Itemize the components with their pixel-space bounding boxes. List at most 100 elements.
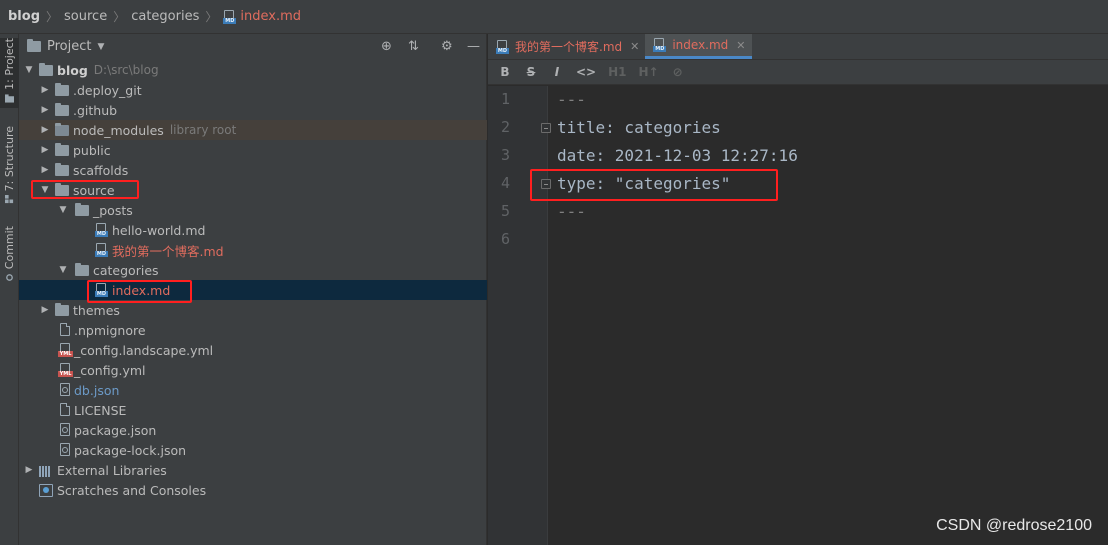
tree-item-public[interactable]: ▶ public: [19, 140, 487, 160]
tree-item-label: source: [73, 182, 115, 198]
tree-item-posts[interactable]: ▼ _posts: [19, 200, 487, 220]
tree-item-index-md[interactable]: MD index.md: [19, 280, 487, 300]
tree-item-label: blog: [57, 62, 88, 78]
tree-item-label: index.md: [112, 282, 171, 298]
tree-item-label: External Libraries: [57, 462, 167, 478]
tree-item-categories[interactable]: ▼ categories: [19, 260, 487, 280]
hide-icon[interactable]: —: [467, 39, 480, 54]
tab-first-blog-md[interactable]: MD 我的第一个博客.md ✕: [488, 34, 645, 59]
navigation-breadcrumb: blog 〉 source 〉 categories 〉 MD index.md: [0, 0, 1108, 34]
collapsed-arrow-icon[interactable]: ▶: [39, 305, 51, 315]
tree-item-themes[interactable]: ▶ themes: [19, 300, 487, 320]
tree-item-npmignore[interactable]: .npmignore: [19, 320, 487, 340]
expanded-arrow-icon[interactable]: ▼: [57, 205, 69, 215]
locate-icon[interactable]: ⊕: [381, 39, 392, 54]
commit-icon: [6, 274, 13, 282]
json-file-icon: [59, 443, 72, 457]
folder-icon: [75, 202, 89, 216]
collapsed-arrow-icon[interactable]: ▶: [39, 145, 51, 155]
folder-icon: [55, 142, 69, 156]
tree-item-label: hello-world.md: [112, 222, 206, 238]
close-icon[interactable]: ✕: [736, 39, 745, 52]
tree-item-label: categories: [93, 262, 159, 278]
tree-item-license[interactable]: LICENSE: [19, 400, 487, 420]
header-up-button[interactable]: H↑: [639, 65, 659, 79]
line-number: 6: [500, 230, 510, 248]
collapsed-arrow-icon[interactable]: ▶: [39, 125, 51, 135]
tree-item-db-json[interactable]: db.json: [19, 380, 487, 400]
text-file-icon: [59, 403, 72, 417]
collapsed-arrow-icon[interactable]: ▶: [39, 165, 51, 175]
tree-item-node-modules[interactable]: ▶ node_modules library root: [19, 120, 487, 140]
line-number: 5: [500, 202, 510, 220]
markdown-file-icon: MD: [223, 9, 237, 24]
strikethrough-button[interactable]: S: [524, 65, 538, 79]
link-button[interactable]: ⊘: [671, 65, 685, 79]
tool-tab-project[interactable]: 1: Project: [0, 38, 19, 108]
collapse-all-icon[interactable]: ⇅: [408, 39, 419, 54]
tree-item-scaffolds[interactable]: ▶ scaffolds: [19, 160, 487, 180]
tree-item-source[interactable]: ▼ source: [19, 180, 487, 200]
tree-item-hint: library root: [169, 123, 237, 137]
code-button[interactable]: <>: [576, 65, 596, 79]
expanded-arrow-icon[interactable]: ▼: [39, 185, 51, 195]
json-file-icon: [59, 383, 72, 397]
tool-tab-commit[interactable]: Commit: [0, 226, 19, 286]
breadcrumb-source[interactable]: source: [64, 0, 107, 33]
tree-item-label: node_modules: [73, 122, 164, 138]
tree-item-hint: D:\src\blog: [93, 63, 159, 77]
tool-tab-structure-label: 7: Structure: [3, 126, 16, 192]
italic-button[interactable]: I: [550, 65, 564, 79]
expanded-arrow-icon[interactable]: ▼: [57, 265, 69, 275]
collapsed-arrow-icon[interactable]: ▶: [39, 85, 51, 95]
folder-icon: [55, 122, 69, 136]
tree-item-label: db.json: [74, 382, 120, 398]
tool-tab-structure[interactable]: 7: Structure: [0, 126, 19, 206]
collapsed-arrow-icon[interactable]: ▶: [23, 465, 35, 475]
markdown-file-icon: MD: [653, 38, 667, 52]
chevron-down-icon[interactable]: ▼: [97, 42, 104, 52]
breadcrumb-separator: 〉: [205, 10, 218, 24]
collapsed-arrow-icon[interactable]: ▶: [39, 105, 51, 115]
breadcrumb-categories[interactable]: categories: [131, 0, 199, 33]
folder-icon: [55, 182, 69, 196]
yaml-file-icon: YML: [58, 363, 73, 377]
tree-item-config-yml[interactable]: YML _config.yml: [19, 360, 487, 380]
header-down-button[interactable]: H1: [608, 65, 626, 79]
tab-index-md[interactable]: MD index.md ✕: [645, 34, 752, 59]
breadcrumb-index-md[interactable]: index.md: [240, 0, 301, 33]
bold-button[interactable]: B: [498, 65, 512, 79]
yaml-file-icon: YML: [58, 343, 73, 357]
tree-item-label: package-lock.json: [74, 442, 187, 458]
tree-item-deploy-git[interactable]: ▶ .deploy_git: [19, 80, 487, 100]
code-editor[interactable]: 1 2 3 4 5 6 --- title: categories date: …: [488, 86, 1108, 545]
fold-marker-icon[interactable]: [541, 123, 551, 133]
json-file-icon: [59, 423, 72, 437]
tree-item-package-lock-json[interactable]: package-lock.json: [19, 440, 487, 460]
markdown-toolbar: B S I <> H1 H↑ ⊘: [488, 60, 1108, 85]
tree-item-hello-world-md[interactable]: MD hello-world.md: [19, 220, 487, 240]
breadcrumb-separator: 〉: [46, 10, 59, 24]
code-line: type: "categories": [557, 174, 731, 193]
tree-item-package-json[interactable]: package.json: [19, 420, 487, 440]
tree-item-github[interactable]: ▶ .github: [19, 100, 487, 120]
line-number: 4: [500, 174, 510, 192]
tree-item-external-libraries[interactable]: ▶ External Libraries: [19, 460, 487, 480]
expanded-arrow-icon[interactable]: ▼: [23, 65, 35, 75]
tree-item-first-blog-md[interactable]: MD 我的第一个博客.md: [19, 240, 487, 260]
tree-item-scratches[interactable]: Scratches and Consoles: [19, 480, 487, 500]
project-view-selector[interactable]: Project: [47, 39, 91, 54]
tree-item-label: package.json: [74, 422, 157, 438]
fold-marker-icon[interactable]: [541, 179, 551, 189]
breadcrumb-blog[interactable]: blog: [8, 0, 40, 33]
markdown-file-icon: MD: [95, 223, 108, 237]
tree-item-config-landscape-yml[interactable]: YML _config.landscape.yml: [19, 340, 487, 360]
tree-item-label: .deploy_git: [73, 82, 142, 98]
tree-item-label: themes: [73, 302, 120, 318]
markdown-file-icon: MD: [95, 283, 108, 297]
tree-item-label: Scratches and Consoles: [57, 482, 207, 498]
scratch-icon: [39, 483, 53, 497]
tree-item-blog[interactable]: ▼ blog D:\src\blog: [19, 60, 487, 80]
close-icon[interactable]: ✕: [630, 40, 639, 53]
gear-icon[interactable]: ⚙: [441, 39, 453, 54]
